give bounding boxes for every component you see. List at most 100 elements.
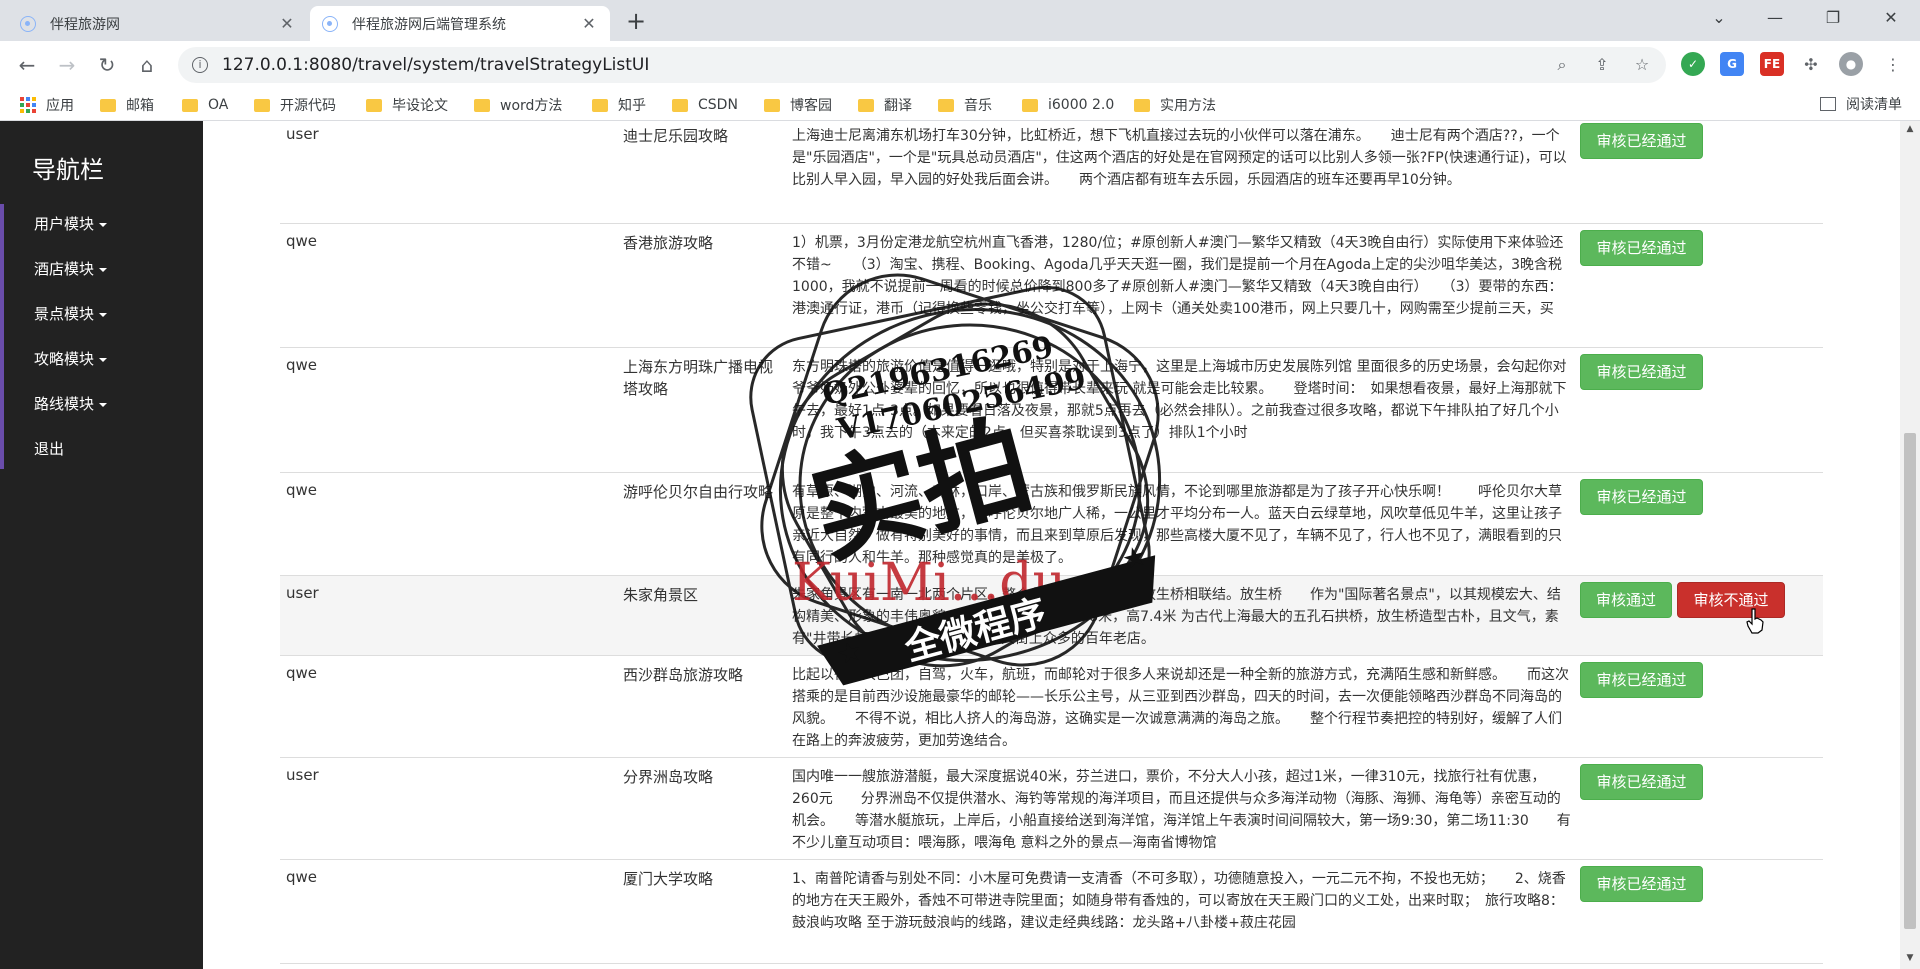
approved-button[interactable]: 审核已经通过	[1580, 123, 1703, 159]
close-tab-icon[interactable]: ✕	[580, 14, 598, 33]
minimize-button[interactable]: —	[1752, 0, 1798, 38]
bookmark-label: 毕设论文	[392, 98, 448, 114]
scroll-down-arrow-icon[interactable]: ▼	[1904, 953, 1916, 965]
cell-user: qwe	[286, 868, 318, 886]
approved-button[interactable]: 审核已经通过	[1580, 866, 1703, 902]
new-tab-button[interactable]: +	[622, 8, 650, 36]
bookmark-folder[interactable]: 翻译	[858, 94, 912, 116]
sidebar-item-label: 退出	[34, 440, 65, 458]
folder-icon	[592, 98, 608, 112]
sidebar-item-scenic[interactable]: 景点模块	[34, 303, 108, 324]
home-icon[interactable]: ⌂	[132, 50, 162, 80]
cell-content: 1）机票，3月份定港龙航空杭州直飞香港，1280/位；#原创新人#澳门—繁华又精…	[792, 235, 1564, 317]
caret-down-icon	[99, 357, 108, 362]
menu-dots-icon[interactable]: ⋮	[1882, 54, 1904, 76]
approve-button[interactable]: 审核通过	[1580, 582, 1672, 618]
bookmark-folder[interactable]: word方法	[474, 94, 562, 116]
bookmark-star-icon[interactable]: ☆	[1631, 54, 1653, 76]
cell-title: 朱家角景区	[623, 586, 699, 604]
close-window-button[interactable]: ✕	[1868, 0, 1914, 38]
bookmark-folder[interactable]: 毕设论文	[366, 94, 448, 116]
table-row: user 分界洲岛攻略 国内唯一一艘旅游潜艇，最大深度据说40米，芬兰进口，票价…	[280, 758, 1823, 860]
tab-admin-system[interactable]: 伴程旅游网后端管理系统 ✕	[310, 6, 610, 41]
bookmark-folder[interactable]: 知乎	[592, 94, 646, 116]
back-icon[interactable]: ←	[12, 50, 42, 80]
url-text: 127.0.0.1:8080/travel/system/travelStrat…	[222, 55, 650, 75]
cell-title: 西沙群岛旅游攻略	[623, 666, 744, 684]
fe-extension-icon[interactable]: FE	[1760, 52, 1784, 76]
sidebar-item-label: 用户模块	[34, 215, 95, 233]
bookmark-folder[interactable]: 实用方法	[1134, 94, 1216, 116]
cell-content: 1、南普陀请香与别处不同：小木屋可免费请一支清香（不可多取），功德随意投入，一元…	[792, 871, 1571, 931]
bookmark-apps[interactable]: 应用	[20, 94, 74, 116]
bookmark-label: 实用方法	[1160, 98, 1216, 114]
approved-button[interactable]: 审核已经通过	[1580, 479, 1703, 515]
bookmark-folder[interactable]: CSDN	[672, 94, 738, 116]
bookmark-folder[interactable]: OA	[182, 94, 228, 116]
translate-extension-icon[interactable]: G	[1720, 52, 1744, 76]
table-row: qwe 香港旅游攻略 1）机票，3月份定港龙航空杭州直飞香港，1280/位；#原…	[280, 224, 1823, 348]
cell-user: user	[286, 766, 319, 784]
apps-grid-icon	[20, 97, 36, 113]
approved-button[interactable]: 审核已经通过	[1580, 230, 1703, 266]
sidebar-item-label: 酒店模块	[34, 260, 95, 278]
caret-down-icon	[99, 312, 108, 317]
bookmark-label: 开源代码	[280, 98, 336, 114]
approved-button[interactable]: 审核已经通过	[1580, 764, 1703, 800]
restore-button[interactable]: ❐	[1810, 0, 1856, 38]
approved-button[interactable]: 审核已经通过	[1580, 662, 1703, 698]
forward-icon[interactable]: →	[52, 50, 82, 80]
table-row: user 朱家角景区 朱家角景区有一南一北两个片区，整个北片区域，当中以放生桥相…	[280, 576, 1823, 656]
bookmark-folder[interactable]: 音乐	[938, 94, 992, 116]
reading-list-icon	[1820, 97, 1836, 111]
sidebar-item-users[interactable]: 用户模块	[34, 213, 108, 234]
folder-icon	[182, 98, 198, 112]
sidebar-item-label: 路线模块	[34, 395, 95, 413]
share-icon[interactable]: ⇪	[1591, 54, 1613, 76]
tab-title: 伴程旅游网后端管理系统	[352, 16, 506, 33]
scrollbar-thumb[interactable]	[1904, 433, 1916, 929]
sidebar-item-strategies[interactable]: 攻略模块	[34, 348, 108, 369]
folder-icon	[474, 98, 490, 112]
browser-tab-strip: 伴程旅游网 ✕ 伴程旅游网后端管理系统 ✕ + ⌄ — ❐ ✕	[0, 0, 1920, 41]
table-row: user 迪士尼乐园攻略 上海迪士尼离浦东机场打车30分钟，比虹桥近，想下飞机直…	[280, 121, 1823, 224]
bookmark-folder[interactable]: 博客园	[764, 94, 832, 116]
cell-title: 分界洲岛攻略	[623, 768, 714, 786]
bookmark-label: 博客园	[790, 98, 832, 114]
cell-user: user	[286, 125, 319, 143]
cell-content: 有草原、湖泊、河流、森林，口岸、蒙古族和俄罗斯民族风情，不论到哪里旅游都是为了孩…	[792, 484, 1562, 566]
browser-toolbar: ← → ↻ ⌂ i 127.0.0.1:8080/travel/system/t…	[0, 41, 1920, 88]
cell-user: qwe	[286, 356, 318, 374]
cell-content: 比起以往的大巴团，自驾，火车，航班，而邮轮对于很多人来说却还是一种全新的旅游方式…	[792, 667, 1569, 749]
sidebar-item-logout[interactable]: 退出	[34, 438, 64, 459]
bookmark-label: OA	[208, 97, 229, 113]
bookmark-folder[interactable]: i6000 2.0	[1022, 94, 1114, 116]
bookmark-folder[interactable]: 开源代码	[254, 94, 336, 116]
profile-avatar-icon[interactable]: ●	[1839, 52, 1863, 76]
sidebar-item-hotels[interactable]: 酒店模块	[34, 258, 108, 279]
zoom-icon[interactable]: ⌕	[1551, 54, 1573, 76]
table-row: qwe 游呼伦贝尔自由行攻略 有草原、湖泊、河流、森林，口岸、蒙古族和俄罗斯民族…	[280, 473, 1823, 576]
table-row: qwe 厦门大学攻略 1、南普陀请香与别处不同：小木屋可免费请一支清香（不可多取…	[280, 860, 1823, 964]
folder-icon	[1134, 98, 1150, 112]
scroll-up-arrow-icon[interactable]: ▲	[1904, 124, 1916, 136]
address-bar[interactable]: i 127.0.0.1:8080/travel/system/travelStr…	[178, 47, 1666, 83]
cell-content: 朱家角景区有一南一北两个片区，整个北片区域，当中以放生桥相联结。放生桥 作为"国…	[792, 587, 1561, 647]
tab-travel-site[interactable]: 伴程旅游网 ✕	[8, 6, 308, 41]
bookmark-label: 知乎	[618, 98, 646, 114]
reading-list-button[interactable]: 阅读清单	[1820, 94, 1902, 114]
tab-search-icon[interactable]: ⌄	[1696, 0, 1742, 38]
sidebar-item-routes[interactable]: 路线模块	[34, 393, 108, 414]
approved-button[interactable]: 审核已经通过	[1580, 354, 1703, 390]
folder-icon	[254, 98, 270, 112]
cell-user: qwe	[286, 481, 318, 499]
folder-icon	[366, 98, 382, 112]
extensions-puzzle-icon[interactable]: ✣	[1800, 54, 1822, 76]
reject-button[interactable]: 审核不通过	[1677, 582, 1785, 618]
close-tab-icon[interactable]: ✕	[278, 14, 296, 33]
site-info-icon[interactable]: i	[192, 57, 208, 73]
cell-content: 东方明珠塔的旅游价值是值得一逛哦，特别是对于上海宁，这里是上海城市历史发展陈列馆…	[792, 359, 1567, 441]
bookmark-folder[interactable]: 邮箱	[100, 94, 154, 116]
reload-icon[interactable]: ↻	[92, 50, 122, 80]
shield-extension-icon[interactable]: ✓	[1681, 52, 1705, 76]
